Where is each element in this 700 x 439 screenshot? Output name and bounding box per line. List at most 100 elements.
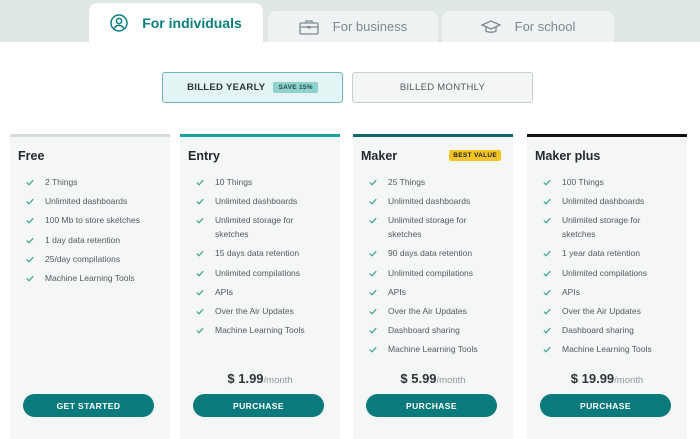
graduation-cap-icon (480, 19, 501, 35)
check-icon (543, 286, 551, 299)
feature-item: Over the Air Updates (527, 305, 687, 319)
feature-item: 25 Things (353, 176, 513, 190)
check-icon (369, 305, 377, 318)
plan-price: $ 1.99/month (180, 370, 340, 388)
check-icon (196, 305, 204, 318)
card-top-bar (527, 134, 687, 137)
feature-text: Unlimited dashboards (215, 196, 298, 207)
feature-text: 100 Mb to store sketches (45, 215, 140, 226)
check-icon (543, 267, 551, 280)
feature-item: 1 year data retention (527, 247, 687, 261)
billed-monthly-toggle[interactable]: BILLED MONTHLY (352, 72, 533, 103)
feature-text: 10 Things (215, 177, 253, 187)
check-icon (196, 214, 204, 227)
feature-item: 25/day compilations (10, 253, 170, 267)
check-icon (26, 272, 34, 285)
price-amount: $ 1.99 (227, 371, 264, 386)
plan-name: Maker plus (535, 149, 601, 163)
save-badge: SAVE 15% (273, 82, 318, 93)
feature-text: Unlimited compilations (215, 267, 301, 278)
check-icon (369, 214, 377, 227)
feature-item: APIs (353, 286, 513, 300)
feature-item: 100 Mb to store sketches (10, 214, 170, 228)
feature-item: Unlimited compilations (353, 267, 513, 281)
feature-item: APIs (180, 286, 340, 300)
card-top-bar (180, 134, 340, 137)
feature-item: Unlimited dashboards (10, 195, 170, 209)
feature-item: 10 Things (180, 176, 340, 190)
feature-text: APIs (215, 286, 233, 297)
tab-label: For individuals (142, 14, 242, 31)
feature-text: Dashboard sharing (562, 325, 634, 336)
feature-item: Unlimited storage for sketches (527, 214, 687, 241)
feature-text: Machine Learning Tools (215, 325, 305, 336)
plan-name: Entry (188, 149, 220, 163)
feature-list: 2 Things Unlimited dashboards 100 Mb to st… (10, 176, 170, 291)
tab-for-individuals[interactable]: For individuals (89, 3, 263, 42)
feature-item: Dashboard sharing (353, 324, 513, 338)
purchase-button[interactable]: PURCHASE (366, 394, 497, 417)
feature-text: APIs (562, 286, 580, 297)
feature-item: 2 Things (10, 176, 170, 190)
feature-list: 10 Things Unlimited dashboards Unlimited s… (180, 176, 340, 343)
check-icon (196, 176, 204, 189)
feature-item: Machine Learning Tools (353, 343, 513, 357)
check-icon (26, 195, 34, 208)
feature-text: Over the Air Updates (388, 305, 467, 316)
best-value-badge: BEST VALUE (449, 150, 501, 161)
feature-item: Unlimited storage for sketches (180, 214, 340, 241)
check-icon (26, 234, 34, 247)
billed-yearly-label: BILLED YEARLY (187, 82, 266, 93)
purchase-button[interactable]: PURCHASE (540, 394, 671, 417)
get-started-button[interactable]: GET STARTED (23, 394, 154, 417)
feature-text: Machine Learning Tools (45, 273, 135, 284)
check-icon (369, 267, 377, 280)
feature-item: Over the Air Updates (353, 305, 513, 319)
price-amount: $ 5.99 (400, 371, 437, 386)
billed-yearly-toggle[interactable]: BILLED YEARLY SAVE 15% (162, 72, 343, 103)
feature-text: Machine Learning Tools (562, 344, 652, 355)
feature-text: Machine Learning Tools (388, 344, 478, 355)
feature-item: Unlimited compilations (527, 267, 687, 281)
feature-item: 15 days data retention (180, 247, 340, 261)
plan-card-free: Free 2 Things Unlimited dashboards 100 Mb … (10, 134, 170, 439)
check-icon (543, 195, 551, 208)
briefcase-icon (299, 19, 319, 35)
feature-text: Over the Air Updates (562, 305, 641, 316)
plan-price: $ 19.99/month (527, 370, 687, 388)
plan-card-entry: Entry 10 Things Unlimited dashboards Unlim… (180, 134, 340, 439)
feature-item: Unlimited dashboards (180, 195, 340, 209)
plan-price: $ 5.99/month (353, 370, 513, 388)
purchase-button[interactable]: PURCHASE (193, 394, 324, 417)
feature-text: Unlimited storage for sketches (215, 215, 294, 240)
check-icon (369, 286, 377, 299)
check-icon (543, 247, 551, 260)
feature-text: Unlimited storage for sketches (562, 215, 641, 240)
check-icon (196, 286, 204, 299)
feature-text: 1 day data retention (45, 234, 121, 245)
feature-text: Over the Air Updates (215, 305, 294, 316)
feature-text: Dashboard sharing (388, 325, 460, 336)
feature-list: 100 Things Unlimited dashboards Unlimited … (527, 176, 687, 363)
feature-item: Machine Learning Tools (10, 272, 170, 286)
feature-text: Unlimited dashboards (388, 196, 471, 207)
tab-for-school[interactable]: For school (442, 11, 614, 42)
feature-item: 100 Things (527, 176, 687, 190)
tab-label: For school (514, 19, 576, 34)
check-icon (543, 176, 551, 189)
feature-item: Over the Air Updates (180, 305, 340, 319)
feature-item: APIs (527, 286, 687, 300)
plan-card-maker: Maker BEST VALUE 25 Things Unlimited dash… (353, 134, 513, 439)
check-icon (196, 247, 204, 260)
check-icon (196, 324, 204, 337)
check-icon (543, 305, 551, 318)
check-icon (369, 324, 377, 337)
feature-item: Machine Learning Tools (180, 324, 340, 338)
feature-text: 2 Things (45, 177, 78, 187)
feature-text: APIs (388, 286, 406, 297)
tab-for-business[interactable]: For business (268, 11, 438, 42)
feature-text: Unlimited storage for sketches (388, 215, 467, 240)
feature-text: Unlimited compilations (562, 267, 648, 278)
check-icon (196, 195, 204, 208)
feature-item: 1 day data retention (10, 234, 170, 248)
